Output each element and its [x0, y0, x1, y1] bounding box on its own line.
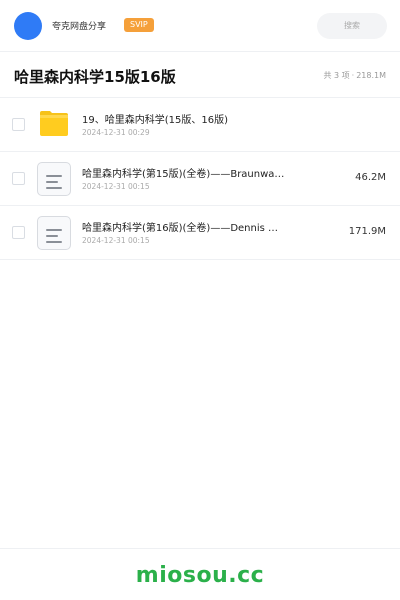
- file-name[interactable]: 哈里森内科学(第15版)(全卷)——Braunwa…: [82, 165, 312, 180]
- footer: miosou.cc: [0, 548, 400, 600]
- row-checkbox[interactable]: [12, 118, 25, 131]
- file-time: 2024-12-31 00:15: [82, 236, 150, 245]
- total-size: 218.1M: [356, 71, 386, 80]
- document-icon: [37, 216, 71, 250]
- page-title: 哈里森内科学15版16版: [14, 68, 176, 86]
- file-row[interactable]: 哈里森内科学(第15版)(全卷)——Braunwa… 2024-12-31 00…: [0, 152, 400, 206]
- file-row[interactable]: 哈里森内科学(第16版)(全卷)——Dennis … 2024-12-31 00…: [0, 206, 400, 260]
- folder-summary: 共 3 项 · 218.1M: [323, 70, 386, 81]
- file-size: 171.9M: [348, 226, 386, 237]
- folder-title-bar: 哈里森内科学15版16版 共 3 项 · 218.1M: [0, 52, 400, 98]
- file-name[interactable]: 19、哈里森内科学(15版、16版): [82, 111, 312, 126]
- file-name[interactable]: 哈里森内科学(第16版)(全卷)——Dennis …: [82, 219, 312, 234]
- svip-badge: SVIP: [124, 18, 154, 32]
- folder-icon: [40, 111, 68, 136]
- avatar[interactable]: [14, 12, 42, 40]
- summary-separator: ·: [351, 71, 355, 80]
- watermark-text: miosou.cc: [135, 563, 265, 588]
- file-time: 2024-12-31 00:29: [82, 128, 150, 137]
- row-checkbox[interactable]: [12, 226, 25, 239]
- top-header: 夸克网盘分享 SVIP 搜索: [0, 0, 400, 52]
- document-icon: [37, 162, 71, 196]
- item-count: 共 3 项: [323, 71, 350, 80]
- file-time: 2024-12-31 00:15: [82, 182, 150, 191]
- file-row[interactable]: 19、哈里森内科学(15版、16版) 2024-12-31 00:29: [0, 98, 400, 152]
- row-checkbox[interactable]: [12, 172, 25, 185]
- file-size: 46.2M: [355, 172, 386, 183]
- search-input[interactable]: 搜索: [317, 13, 387, 39]
- app-name: 夸克网盘分享: [52, 22, 107, 32]
